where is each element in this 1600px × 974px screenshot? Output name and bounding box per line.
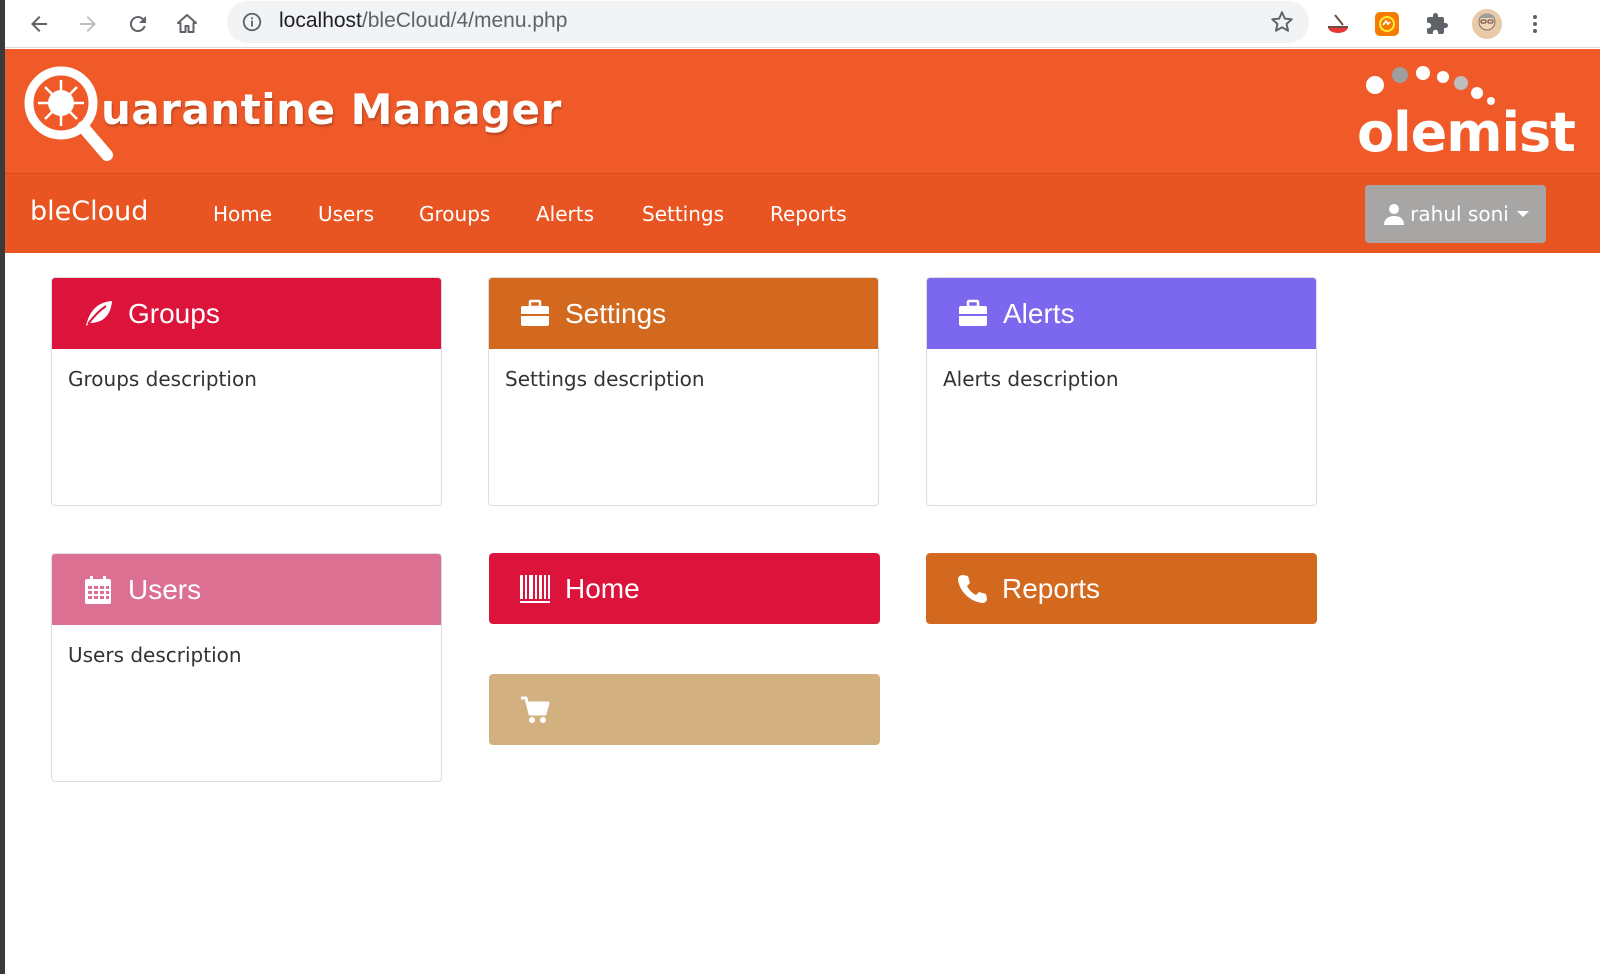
tile-reports-header[interactable]: Reports: [926, 553, 1317, 624]
tile-home: Home: [489, 553, 880, 625]
calendar-icon: [82, 574, 114, 606]
extension-app-icon: [1375, 12, 1399, 36]
app-header: uarantine Manager olemist: [5, 49, 1600, 173]
tile-users-description: Users description: [68, 643, 242, 667]
tile-users: Users Users description: [51, 553, 442, 782]
navbar-brand[interactable]: bleCloud: [30, 196, 148, 227]
tile-reports: Reports: [926, 553, 1317, 625]
user-name: rahul soni: [1410, 202, 1509, 226]
tile-settings: Settings Settings description: [488, 277, 879, 506]
profile-button[interactable]: [1469, 6, 1505, 42]
nav-link-home[interactable]: Home: [213, 202, 272, 226]
nav-link-users[interactable]: Users: [318, 202, 374, 226]
tile-groups-header[interactable]: Groups: [52, 278, 441, 349]
forward-button[interactable]: [68, 4, 108, 44]
arrow-left-icon: [31, 16, 47, 32]
nav-link-settings[interactable]: Settings: [642, 202, 724, 226]
chevron-down-icon: [1516, 211, 1529, 217]
url-path: /bleCloud/4/menu.php: [361, 9, 568, 32]
cart-icon: [519, 694, 551, 726]
puzzle-icon: [1427, 13, 1448, 34]
extension-bowl-icon: [1328, 14, 1348, 33]
extension-button[interactable]: [1320, 6, 1356, 42]
back-button[interactable]: [19, 4, 59, 44]
nav-link-groups[interactable]: Groups: [419, 202, 490, 226]
url-host: localhost: [279, 9, 362, 32]
extension-button[interactable]: [1369, 6, 1405, 42]
avatar: [1472, 9, 1502, 39]
brand-dots-icon: [1366, 66, 1495, 105]
user-menu-button[interactable]: rahul soni: [1365, 185, 1546, 243]
tile-cart: [489, 674, 880, 746]
briefcase-icon: [519, 298, 551, 330]
tile-groups-title: Groups: [128, 297, 220, 329]
tile-settings-header[interactable]: Settings: [489, 278, 878, 349]
browser-toolbar: localhost/bleCloud/4/menu.php: [5, 0, 1600, 48]
tile-home-title: Home: [565, 572, 640, 604]
phone-icon: [956, 573, 988, 605]
tile-cart-header[interactable]: [489, 674, 880, 745]
home-icon: [177, 14, 197, 33]
tile-alerts-title: Alerts: [1003, 297, 1075, 329]
leaf-icon: [82, 298, 114, 330]
main-navbar: bleCloud Home Users Groups Alerts Settin…: [5, 173, 1600, 253]
barcode-icon: [519, 573, 551, 605]
tile-settings-description: Settings description: [505, 367, 705, 391]
brand-logo: olemist: [1357, 101, 1576, 164]
more-vertical-icon: [1533, 15, 1537, 33]
reload-icon: [129, 16, 146, 33]
tile-alerts-header[interactable]: Alerts: [927, 278, 1316, 349]
tile-alerts-description: Alerts description: [943, 367, 1119, 391]
tile-groups-description: Groups description: [68, 367, 257, 391]
address-bar[interactable]: localhost/bleCloud/4/menu.php: [227, 1, 1309, 43]
tile-reports-title: Reports: [1002, 572, 1101, 604]
home-button[interactable]: [167, 4, 207, 44]
url-text: localhost/bleCloud/4/menu.php: [279, 9, 567, 33]
arrow-right-icon: [80, 16, 96, 32]
user-icon: [1384, 204, 1405, 225]
tile-alerts: Alerts Alerts description: [926, 277, 1317, 506]
star-icon[interactable]: [1269, 9, 1295, 35]
info-icon[interactable]: [241, 11, 263, 33]
app-title: uarantine Manager: [101, 85, 562, 134]
tile-users-header[interactable]: Users: [52, 554, 441, 625]
tile-users-title: Users: [128, 573, 202, 605]
tile-home-header[interactable]: Home: [489, 553, 880, 624]
nav-link-reports[interactable]: Reports: [770, 202, 847, 226]
reload-button[interactable]: [118, 4, 158, 44]
extensions-button[interactable]: [1419, 6, 1455, 42]
briefcase-icon: [957, 298, 989, 330]
tile-settings-title: Settings: [565, 297, 667, 329]
tile-groups: Groups Groups description: [51, 277, 442, 506]
browser-menu-button[interactable]: [1517, 6, 1553, 42]
nav-link-alerts[interactable]: Alerts: [536, 202, 594, 226]
